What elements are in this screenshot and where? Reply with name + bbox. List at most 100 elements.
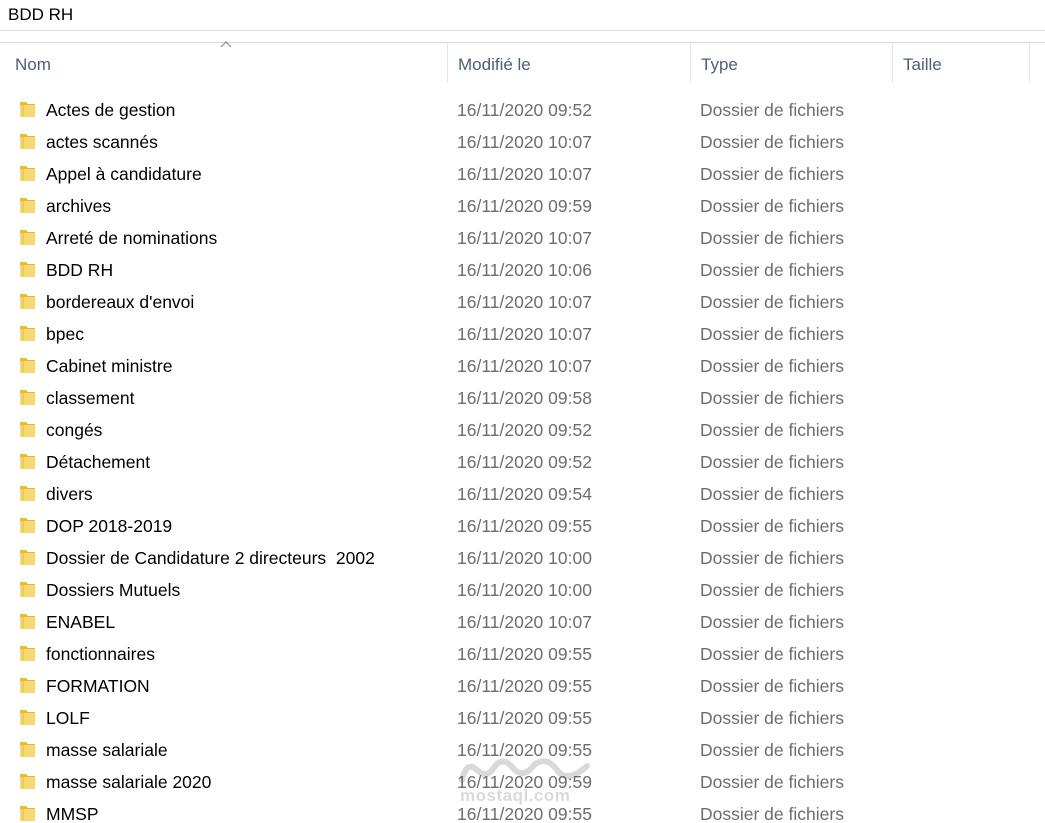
file-modified-date: 16/11/2020 10:07 xyxy=(457,356,592,376)
folder-icon xyxy=(19,292,36,310)
file-type: Dossier de fichiers xyxy=(700,228,844,248)
file-name: DOP 2018-2019 xyxy=(46,516,173,536)
folder-icon xyxy=(19,100,36,118)
file-row[interactable]: masse salariale 2020 16/11/2020 09:59 Doss… xyxy=(0,766,1045,798)
file-modified-date: 16/11/2020 09:55 xyxy=(457,676,592,696)
column-header-type-label: Type xyxy=(701,55,738,74)
file-modified-date: 16/11/2020 10:07 xyxy=(457,228,592,248)
file-type: Dossier de fichiers xyxy=(700,356,844,376)
file-modified-date: 16/11/2020 09:55 xyxy=(457,644,592,664)
file-type: Dossier de fichiers xyxy=(700,484,844,504)
file-row[interactable]: FORMATION 16/11/2020 09:55 Dossier de fich… xyxy=(0,670,1045,702)
column-header-size[interactable]: Taille xyxy=(893,43,1030,83)
column-header-type[interactable]: Type xyxy=(691,43,893,83)
folder-icon xyxy=(19,804,36,822)
file-name: masse salariale xyxy=(46,740,168,760)
folder-icon xyxy=(19,708,36,726)
file-type: Dossier de fichiers xyxy=(700,292,844,312)
file-type: Dossier de fichiers xyxy=(700,388,844,408)
column-header-name-label: Nom xyxy=(15,55,51,74)
file-name: ENABEL xyxy=(46,612,116,632)
file-modified-date: 16/11/2020 09:55 xyxy=(457,708,592,728)
column-header-modified[interactable]: Modifié le xyxy=(448,43,691,83)
file-row[interactable]: Détachement 16/11/2020 09:52 Dossier de fi… xyxy=(0,446,1045,478)
column-header-modified-label: Modifié le xyxy=(458,55,531,74)
file-row[interactable]: fonctionnaires 16/11/2020 09:55 Dossier de… xyxy=(0,638,1045,670)
file-row[interactable]: divers 16/11/2020 09:54 Dossier de fichier… xyxy=(0,478,1045,510)
folder-icon xyxy=(19,420,36,438)
folder-icon xyxy=(19,676,36,694)
file-type: Dossier de fichiers xyxy=(700,196,844,216)
file-explorer-window: BDD RH Nom Modifié le Type Taille Actes … xyxy=(0,0,1045,823)
file-name: BDD RH xyxy=(46,260,114,280)
file-modified-date: 16/11/2020 10:06 xyxy=(457,260,592,280)
file-name: bpec xyxy=(46,324,84,344)
file-type: Dossier de fichiers xyxy=(700,804,844,823)
file-row[interactable]: masse salariale 16/11/2020 09:55 Dossier d… xyxy=(0,734,1045,766)
file-row[interactable]: classement 16/11/2020 09:58 Dossier de fic… xyxy=(0,382,1045,414)
file-modified-date: 16/11/2020 09:52 xyxy=(457,420,592,440)
file-modified-date: 16/11/2020 09:58 xyxy=(457,388,592,408)
file-row[interactable]: archives 16/11/2020 09:59 Dossier de fichi… xyxy=(0,190,1045,222)
column-header-name[interactable]: Nom xyxy=(0,41,448,83)
folder-icon xyxy=(19,580,36,598)
file-row[interactable]: Arreté de nominations 16/11/2020 10:07 Dos… xyxy=(0,222,1045,254)
folder-icon xyxy=(19,228,36,246)
file-type: Dossier de fichiers xyxy=(700,324,844,344)
file-name: FORMATION xyxy=(46,676,150,696)
file-row[interactable]: DOP 2018-2019 16/11/2020 09:55 Dossier de … xyxy=(0,510,1045,542)
file-modified-date: 16/11/2020 09:52 xyxy=(457,100,592,120)
address-bar[interactable]: BDD RH xyxy=(0,0,1045,31)
file-type: Dossier de fichiers xyxy=(700,612,844,632)
file-type: Dossier de fichiers xyxy=(700,676,844,696)
file-row[interactable]: Dossiers Mutuels 16/11/2020 10:00 Dossier … xyxy=(0,574,1045,606)
folder-icon xyxy=(19,772,36,790)
sort-ascending-icon xyxy=(220,41,232,48)
file-type: Dossier de fichiers xyxy=(700,260,844,280)
file-name: Appel à candidature xyxy=(46,164,202,184)
file-type: Dossier de fichiers xyxy=(700,132,844,152)
file-modified-date: 16/11/2020 10:00 xyxy=(457,580,592,600)
file-row[interactable]: MMSP 16/11/2020 09:55 Dossier de fichiers xyxy=(0,798,1045,823)
file-name: congés xyxy=(46,420,103,440)
file-row[interactable]: BDD RH 16/11/2020 10:06 Dossier de fichier… xyxy=(0,254,1045,286)
file-row[interactable]: Dossier de Candidature 2 directeurs 2002… xyxy=(0,542,1045,574)
folder-icon xyxy=(19,388,36,406)
file-name: fonctionnaires xyxy=(46,644,155,664)
file-type: Dossier de fichiers xyxy=(700,580,844,600)
file-modified-date: 16/11/2020 09:55 xyxy=(457,804,592,823)
column-header-row: Nom Modifié le Type Taille xyxy=(0,41,1045,87)
file-row[interactable]: Appel à candidature 16/11/2020 10:07 Dossi… xyxy=(0,158,1045,190)
file-name: classement xyxy=(46,388,135,408)
file-modified-date: 16/11/2020 09:59 xyxy=(457,196,592,216)
folder-icon xyxy=(19,356,36,374)
file-modified-date: 16/11/2020 09:59 xyxy=(457,772,592,792)
file-row[interactable]: congés 16/11/2020 09:52 Dossier de fichier… xyxy=(0,414,1045,446)
file-row[interactable]: bordereaux d'envoi 16/11/2020 10:07 Dossie… xyxy=(0,286,1045,318)
file-modified-date: 16/11/2020 10:07 xyxy=(457,612,592,632)
file-name: Dossiers Mutuels xyxy=(46,580,181,600)
file-row[interactable]: LOLF 16/11/2020 09:55 Dossier de fichiers xyxy=(0,702,1045,734)
column-header-size-label: Taille xyxy=(903,55,942,74)
file-row[interactable]: bpec 16/11/2020 10:07 Dossier de fichiers xyxy=(0,318,1045,350)
folder-icon xyxy=(19,132,36,150)
file-type: Dossier de fichiers xyxy=(700,164,844,184)
file-modified-date: 16/11/2020 10:07 xyxy=(457,164,592,184)
file-name: masse salariale 2020 xyxy=(46,772,212,792)
file-type: Dossier de fichiers xyxy=(700,100,844,120)
file-modified-date: 16/11/2020 10:07 xyxy=(457,324,592,344)
file-name: Actes de gestion xyxy=(46,100,176,120)
file-modified-date: 16/11/2020 09:54 xyxy=(457,484,592,504)
file-row[interactable]: Actes de gestion 16/11/2020 09:52 Dossier … xyxy=(0,94,1045,126)
file-name: Cabinet ministre xyxy=(46,356,173,376)
file-row[interactable]: Cabinet ministre 16/11/2020 10:07 Dossier … xyxy=(0,350,1045,382)
file-row[interactable]: actes scannés 16/11/2020 10:07 Dossier de … xyxy=(0,126,1045,158)
file-row[interactable]: ENABEL 16/11/2020 10:07 Dossier de fichier… xyxy=(0,606,1045,638)
file-modified-date: 16/11/2020 09:55 xyxy=(457,516,592,536)
folder-icon xyxy=(19,484,36,502)
file-name: Dossier de Candidature 2 directeurs 2002 xyxy=(46,548,375,568)
folder-icon xyxy=(19,548,36,566)
file-type: Dossier de fichiers xyxy=(700,548,844,568)
file-modified-date: 16/11/2020 09:55 xyxy=(457,740,592,760)
file-type: Dossier de fichiers xyxy=(700,516,844,536)
